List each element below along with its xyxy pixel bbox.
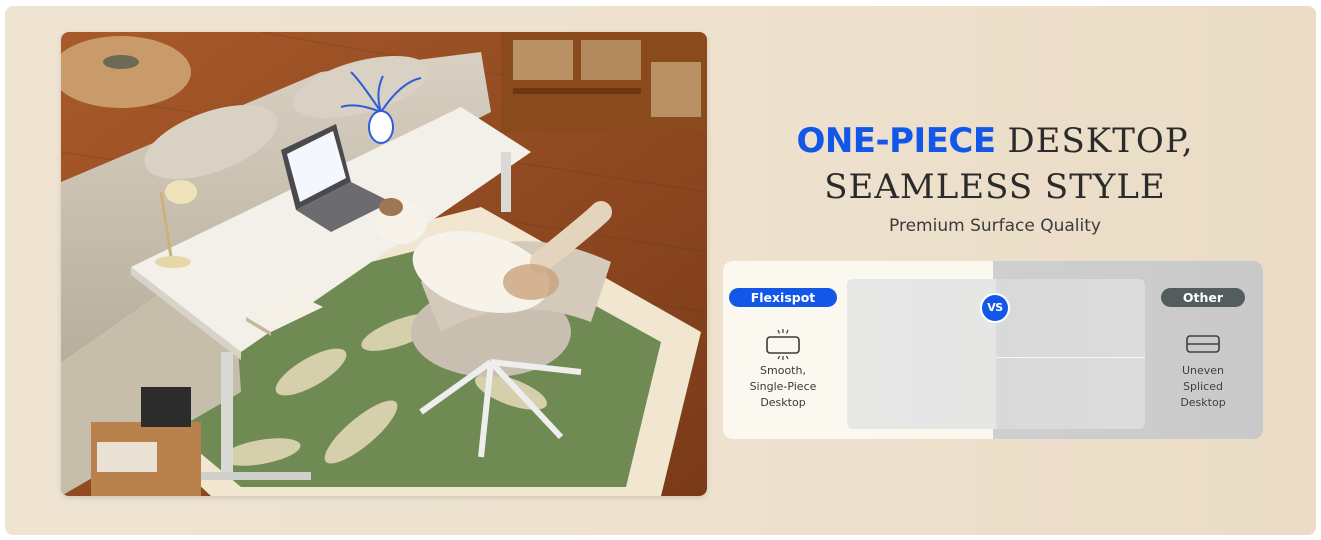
caption-line: Smooth, — [760, 364, 806, 377]
vs-badge: VS — [982, 295, 1008, 321]
caption-line: Single-Piece — [749, 380, 817, 393]
other-caption: Uneven Spliced Desktop — [1143, 363, 1263, 411]
flexispot-column: Flexispot Smooth, Single-Piece Desktop — [723, 261, 843, 439]
flexispot-caption: Smooth, Single-Piece Desktop — [723, 363, 843, 411]
caption-line: Spliced — [1183, 380, 1223, 393]
spliced-desktop-icon — [1185, 327, 1221, 361]
headline-line-1-rest: DESKTOP, — [1007, 121, 1194, 161]
caption-line: Desktop — [1180, 396, 1226, 409]
headline-line-2: SEAMLESS STYLE — [824, 167, 1166, 207]
smooth-desktop-icon — [765, 327, 801, 361]
room-scene-illustration — [61, 32, 707, 496]
flexispot-badge: Flexispot — [729, 288, 837, 307]
comparison-card: Flexispot Smooth, Single-Piece Desktop V… — [723, 261, 1263, 439]
lifestyle-photo — [61, 32, 707, 496]
other-column: Other Uneven Spliced Desktop — [1143, 261, 1263, 439]
splice-seam — [996, 357, 1145, 358]
caption-line: Uneven — [1181, 364, 1225, 377]
hero-banner: ONE-PIECE DESKTOP, SEAMLESS STYLE Premiu… — [5, 6, 1316, 535]
other-badge: Other — [1161, 288, 1245, 307]
headline-line-1: ONE-PIECE DESKTOP, — [725, 118, 1265, 164]
caption-line: Desktop — [760, 396, 806, 409]
headline-block: ONE-PIECE DESKTOP, SEAMLESS STYLE Premiu… — [725, 118, 1265, 236]
subtitle: Premium Surface Quality — [889, 216, 1101, 236]
headline-accent: ONE-PIECE — [796, 121, 996, 161]
